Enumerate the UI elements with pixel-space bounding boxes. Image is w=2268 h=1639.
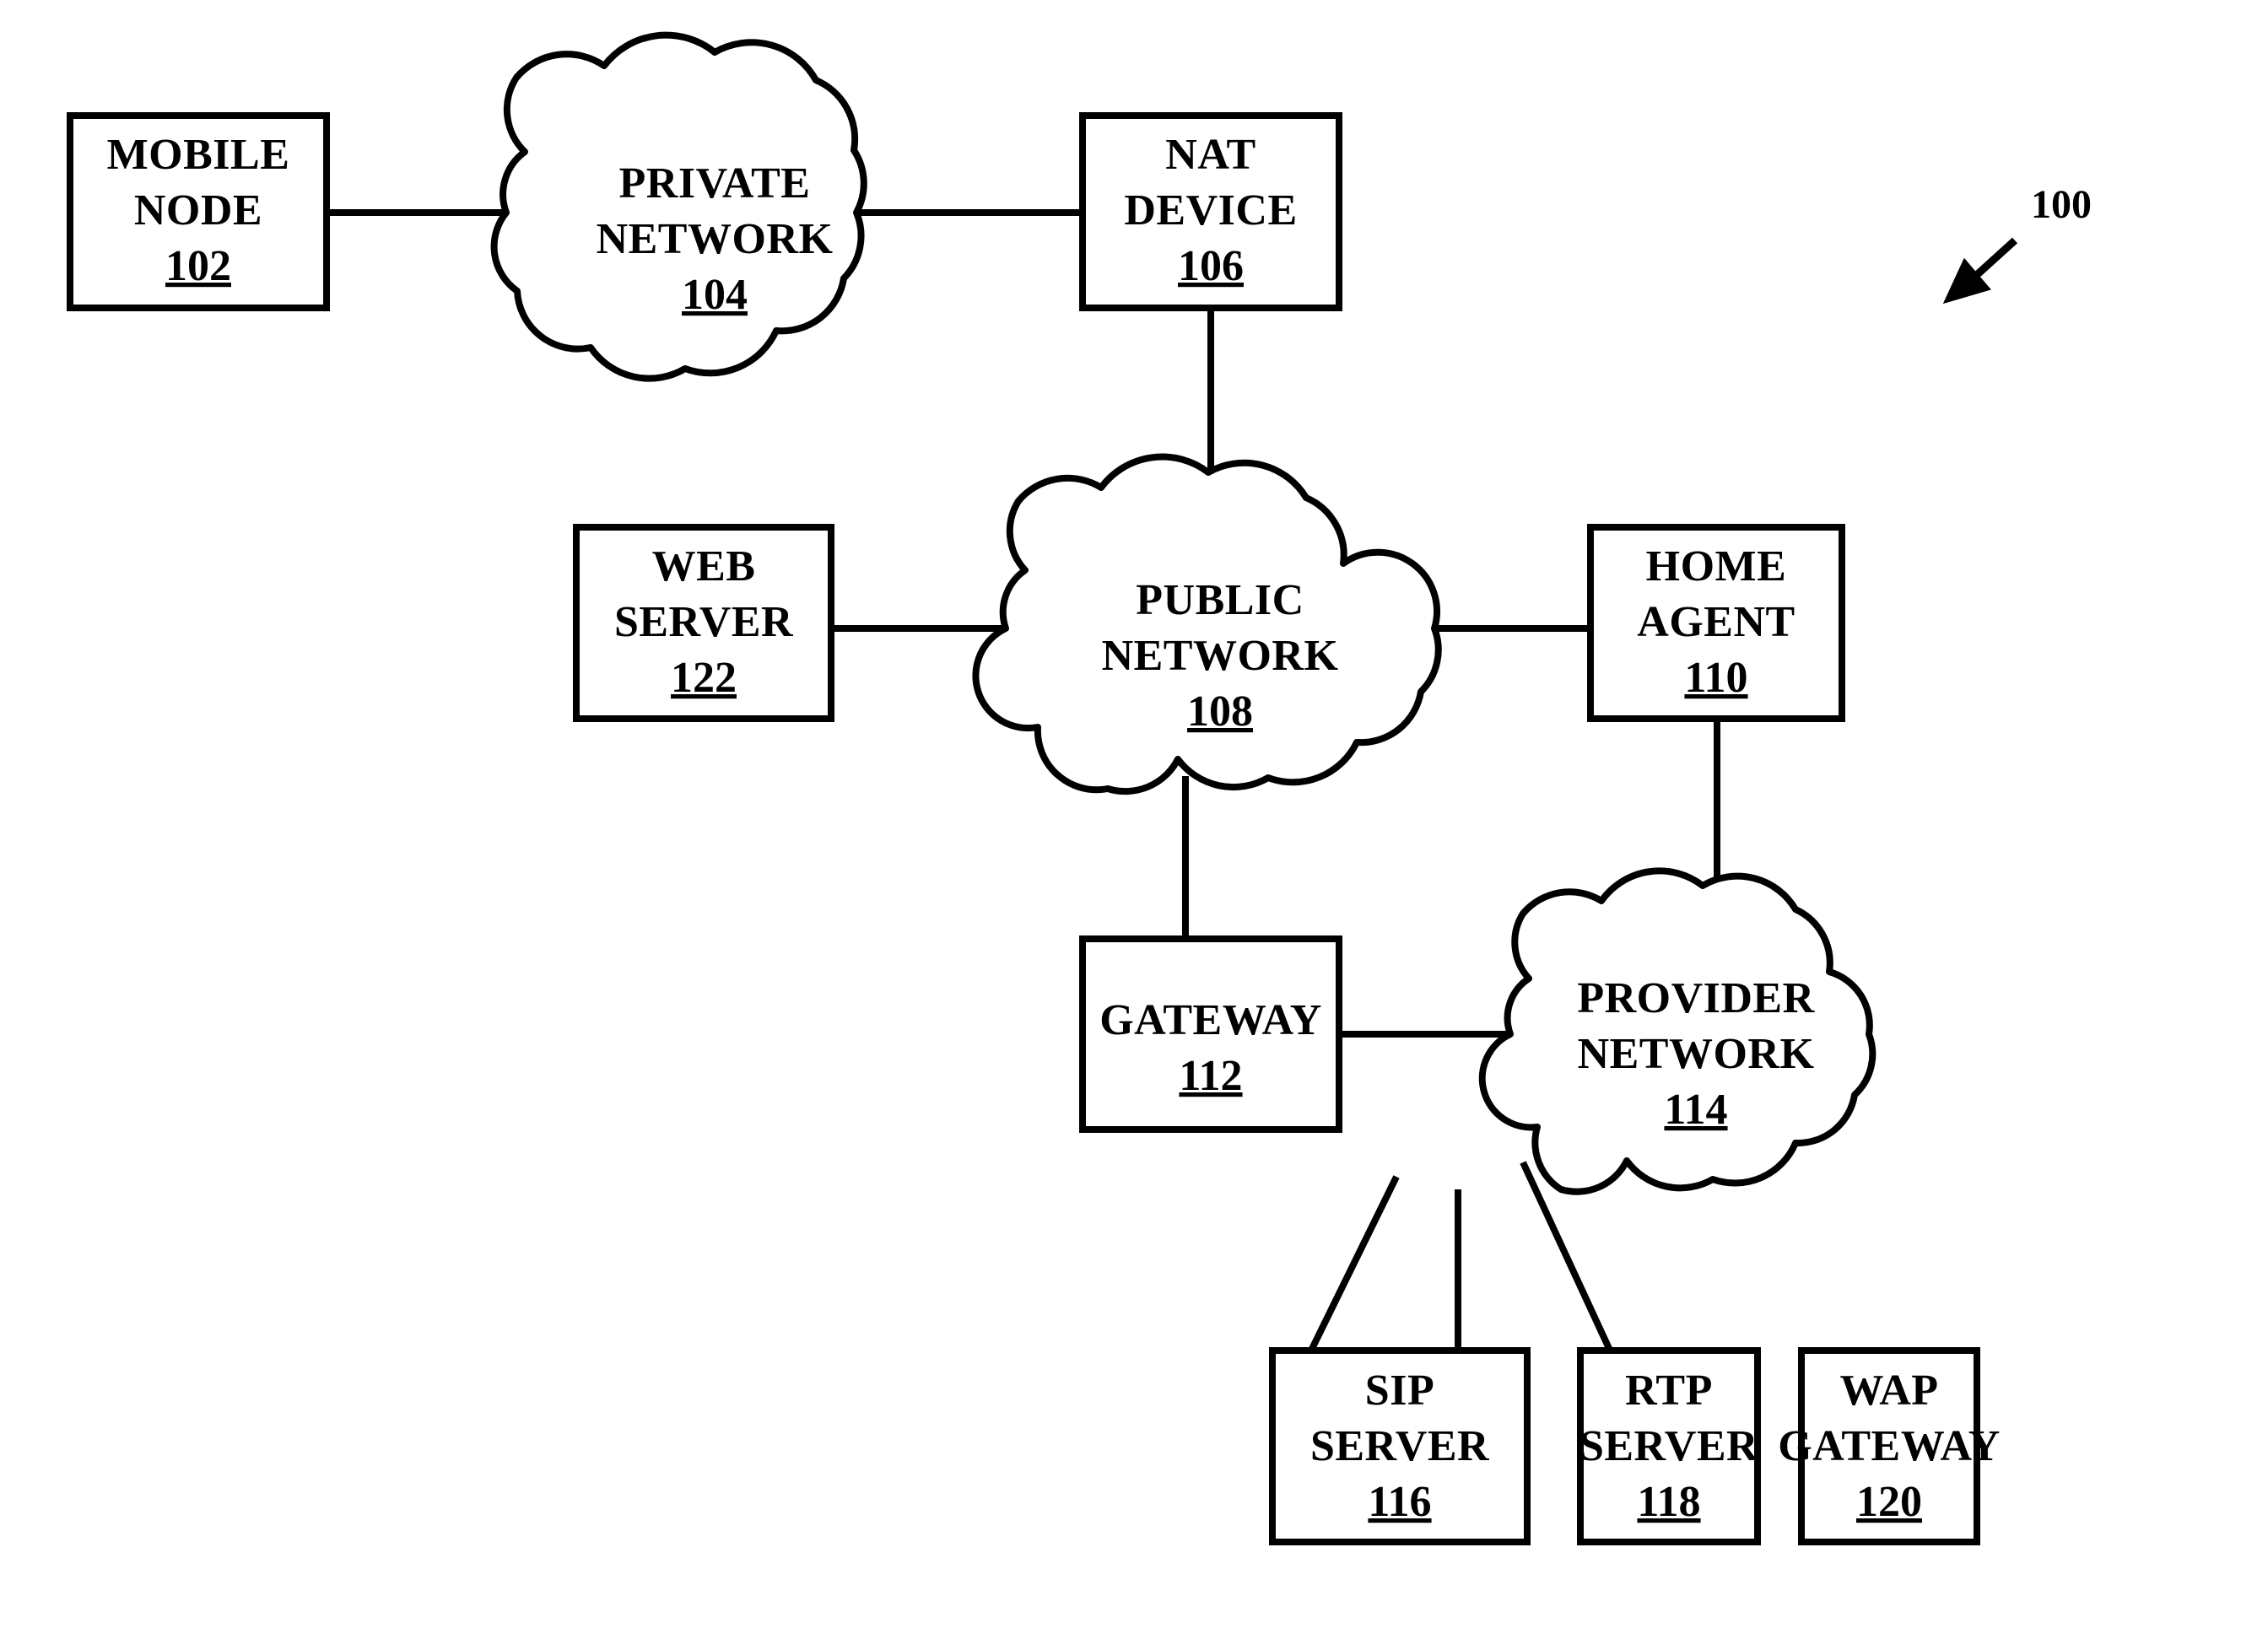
node-label-home-agent-line2: AGENT <box>1637 598 1795 646</box>
node-label-private-network-line1: PRIVATE <box>619 159 811 208</box>
node-label-public-network-line2: NETWORK <box>1102 632 1339 680</box>
node-ref-home-agent: 110 <box>1684 654 1747 702</box>
node-label-mobile-node-line2: NODE <box>134 186 262 235</box>
node-label-nat-device-line1: NAT <box>1165 131 1256 179</box>
figure-reference-callout: 100 <box>1942 182 2092 305</box>
node-ref-rtp-server: 118 <box>1637 1478 1700 1526</box>
figure-svg: PRIVATE NETWORK 104 PUBLIC NETWORK 108 P… <box>67 31 2092 1545</box>
node-label-provider-network-line1: PROVIDER <box>1577 974 1815 1022</box>
node-label-mobile-node-line1: MOBILE <box>107 131 290 179</box>
link-provider-network-to-sip-server <box>1306 1175 1400 1356</box>
node-ref-public-network: 108 <box>1187 687 1253 736</box>
node-ref-wap-gateway: 120 <box>1856 1478 1922 1526</box>
node-rtp-server[interactable]: RTP SERVER 118 <box>1577 1347 1761 1545</box>
node-ref-provider-network: 114 <box>1664 1086 1727 1134</box>
node-label-gateway-line1: GATEWAY <box>1099 996 1322 1044</box>
connection-lines <box>327 209 1720 1356</box>
node-label-wap-gateway-line2: GATEWAY <box>1778 1422 2001 1470</box>
node-label-wap-gateway-line1: WAP <box>1839 1367 1938 1415</box>
node-label-home-agent-line1: HOME <box>1646 542 1787 590</box>
figure-reference-label: 100 <box>2031 182 2092 227</box>
network-diagram-canvas: PRIVATE NETWORK 104 PUBLIC NETWORK 108 P… <box>0 0 2268 1639</box>
node-sip-server[interactable]: SIP SERVER 116 <box>1269 1347 1531 1545</box>
node-label-nat-device-line2: DEVICE <box>1124 186 1297 235</box>
node-label-sip-server-line2: SERVER <box>1310 1422 1490 1470</box>
node-gateway[interactable]: GATEWAY 112 <box>1079 935 1342 1133</box>
node-nat-device[interactable]: NAT DEVICE 106 <box>1079 112 1342 311</box>
node-ref-private-network: 104 <box>682 271 748 319</box>
node-private-network[interactable]: PRIVATE NETWORK 104 <box>490 31 867 382</box>
node-mobile-node[interactable]: MOBILE NODE 102 <box>67 112 330 311</box>
node-ref-web-server: 122 <box>671 654 737 702</box>
node-label-web-server-line1: WEB <box>652 542 756 590</box>
node-ref-nat-device: 106 <box>1178 242 1244 290</box>
node-label-provider-network-line2: NETWORK <box>1578 1030 1815 1078</box>
node-home-agent[interactable]: HOME AGENT 110 <box>1587 524 1845 722</box>
node-label-sip-server-line1: SIP <box>1365 1367 1434 1415</box>
node-provider-network[interactable]: PROVIDER NETWORK 114 <box>1478 867 1876 1195</box>
node-ref-mobile-node: 102 <box>165 242 231 290</box>
node-label-web-server-line2: SERVER <box>614 598 794 646</box>
node-label-public-network-line1: PUBLIC <box>1136 576 1304 624</box>
node-web-server[interactable]: WEB SERVER 122 <box>573 524 834 722</box>
node-ref-gateway: 112 <box>1179 1052 1242 1100</box>
node-label-private-network-line2: NETWORK <box>597 215 834 263</box>
node-ref-sip-server: 116 <box>1368 1478 1431 1526</box>
node-wap-gateway[interactable]: WAP GATEWAY 120 <box>1778 1347 2001 1545</box>
node-public-network[interactable]: PUBLIC NETWORK 108 <box>972 453 1442 795</box>
node-label-rtp-server-line2: SERVER <box>1580 1422 1759 1470</box>
node-label-rtp-server-line1: RTP <box>1625 1367 1713 1415</box>
